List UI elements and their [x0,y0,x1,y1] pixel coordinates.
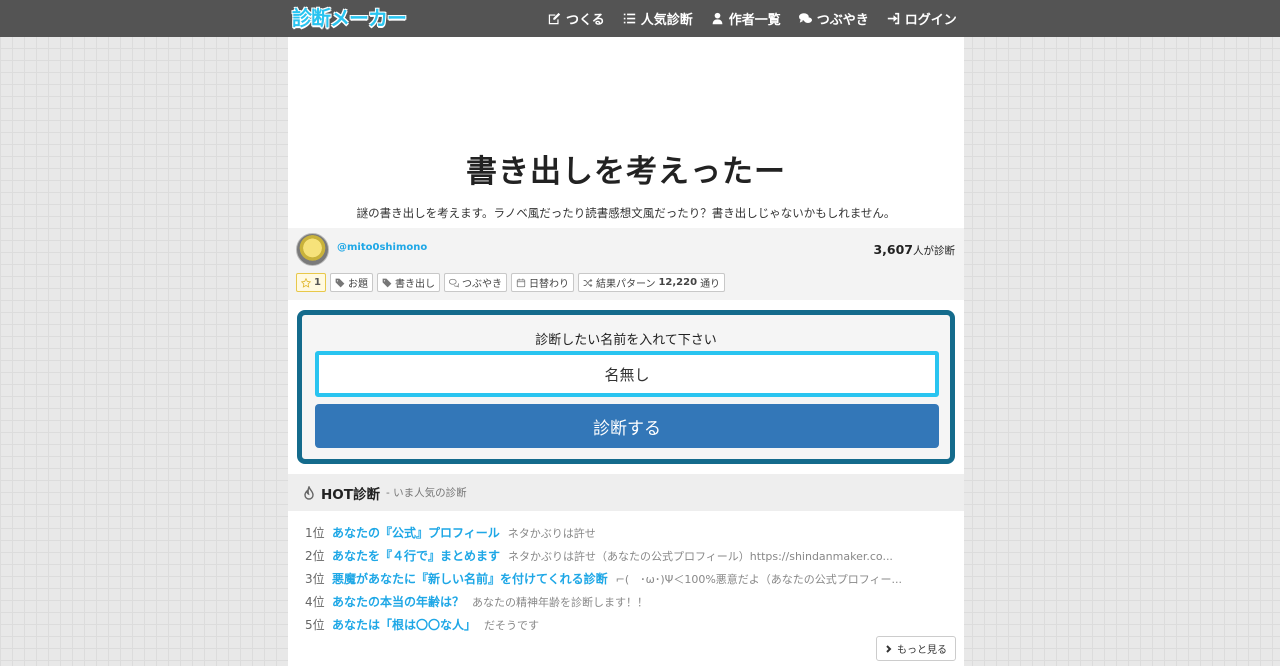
fire-icon [304,485,314,500]
tag-list: 1 お題 書き出し つぶやき 日替わり 結果パターン 12,220 通り [296,273,726,292]
edit-icon [548,12,561,25]
chevron-right-icon [886,644,892,653]
nav-create[interactable]: つくる [548,9,605,28]
diagnosis-form: 診断したい名前を入れて下さい 診断する [297,310,955,464]
diagnosis-count: 3,607人が診断 [873,242,955,258]
hot-subtitle: - いま人気の診断 [385,487,467,499]
hot-list: 1位 あなたの『公式』プロフィール ネタかぶりは許せ 2位 あなたを『４行で』ま… [305,521,955,636]
list-item: 4位 あなたの本当の年齢は？ あなたの精神年齢を診断します！！ [305,590,955,613]
hot-item-link[interactable]: あなたの本当の年齢は？ [332,593,464,610]
count-number: 3,607 [873,242,913,257]
form-label: 診断したい名前を入れて下さい [535,333,717,348]
hot-item-link[interactable]: 悪魔があなたに『新しい名前』を付けてくれる診断 [332,570,608,587]
daily-label: 日替わり [528,279,569,290]
comments-icon [798,13,812,23]
nav-popular[interactable]: 人気診断 [623,9,693,28]
tag-icon [382,278,392,287]
nav-authors[interactable]: 作者一覧 [711,9,781,28]
patterns-count: 12,220 [658,277,698,288]
tag-opening-label: 書き出し [394,279,435,290]
hot-item-link[interactable]: あなたは「根は〇〇な人」 [332,616,476,633]
tweets-label: つぶやき [461,279,502,290]
hot-item-desc: ⌐( ･ω･)Ψ＜100%悪意だよ（あなたの公式プロフィー... [615,572,903,586]
sign-in-icon [887,12,899,25]
main-nav: つくる 人気診断 作者一覧 つぶやき ログイン [548,0,957,37]
site-logo[interactable]: 診断メーカー [292,4,407,32]
count-unit: 人が診断 [913,245,955,257]
list-item: 2位 あなたを『４行で』まとめます ネタかぶりは許せ（あなたの公式プロフィール）… [305,544,955,567]
tag-opening[interactable]: 書き出し [376,273,440,292]
author-link[interactable]: @mito0shimono [337,242,427,253]
hot-item-desc: ネタかぶりは許せ [507,526,596,540]
favorite-count: 1 [314,277,321,288]
navbar: 診断メーカー つくる 人気診断 作者一覧 つぶやき ログイン [0,0,1280,37]
favorite-button[interactable]: 1 [296,273,326,292]
hot-rank: 1位 [305,526,325,540]
shuffle-icon [583,278,593,287]
hot-rank: 5位 [305,618,325,632]
more-button[interactable]: もっと見る [876,636,956,661]
result-patterns-badge: 結果パターン 12,220 通り [577,273,726,292]
user-icon [712,12,723,25]
star-icon [301,277,311,288]
tag-theme-label: お題 [347,279,368,290]
hot-item-desc: ネタかぶりは許せ（あなたの公式プロフィール）https://shindanmak… [508,549,893,563]
nav-authors-label: 作者一覧 [728,13,781,28]
daily-badge: 日替わり [510,273,574,292]
nav-login-label: ログイン [904,13,957,28]
list-item: 3位 悪魔があなたに『新しい名前』を付けてくれる診断 ⌐( ･ω･)Ψ＜100%… [305,567,955,590]
calendar-icon [516,278,526,287]
tag-theme[interactable]: お題 [329,273,373,292]
nav-create-label: つくる [566,13,605,28]
hot-rank: 3位 [305,572,325,586]
list-icon [623,13,635,24]
list-item: 5位 あなたは「根は〇〇な人」 だそうです [305,613,955,636]
hot-rank: 2位 [305,549,325,563]
nav-tweets[interactable]: つぶやき [798,9,869,28]
hot-item-link[interactable]: あなたを『４行で』まとめます [332,547,500,564]
nav-login[interactable]: ログイン [887,9,957,28]
nav-popular-label: 人気診断 [640,13,693,28]
hot-item-link[interactable]: あなたの『公式』プロフィール [332,524,500,541]
hot-rank: 4位 [305,595,325,609]
list-item: 1位 あなたの『公式』プロフィール ネタかぶりは許せ [305,521,955,544]
hot-section-header: HOT診断 - いま人気の診断 [288,474,964,511]
more-label: もっと見る [897,645,947,656]
tweets-button[interactable]: つぶやき [443,273,507,292]
patterns-label: 結果パターン [595,279,656,290]
author-avatar[interactable] [296,233,329,266]
submit-button[interactable]: 診断する [315,404,939,448]
hot-item-desc: あなたの精神年齢を診断します！！ [472,595,649,609]
hot-item-desc: だそうです [484,618,540,632]
main-content: 書き出しを考えったー 謎の書き出しを考えます。ラノベ風だったり読書感想文風だった… [288,37,964,666]
comments-icon [448,278,459,287]
diagnosis-title: 書き出しを考えったー [466,154,786,190]
patterns-unit: 通り [700,279,721,290]
nav-tweets-label: つぶやき [816,13,869,28]
tag-icon [335,278,345,287]
diagnosis-description: 謎の書き出しを考えます。ラノベ風だったり読書感想文風だったり？書き出しじゃないか… [356,206,896,220]
name-input[interactable] [315,351,939,397]
hot-title: HOT診断 [321,486,380,503]
diagnosis-meta: @mito0shimono 3,607人が診断 1 お題 書き出し つぶやき 日… [288,228,964,300]
